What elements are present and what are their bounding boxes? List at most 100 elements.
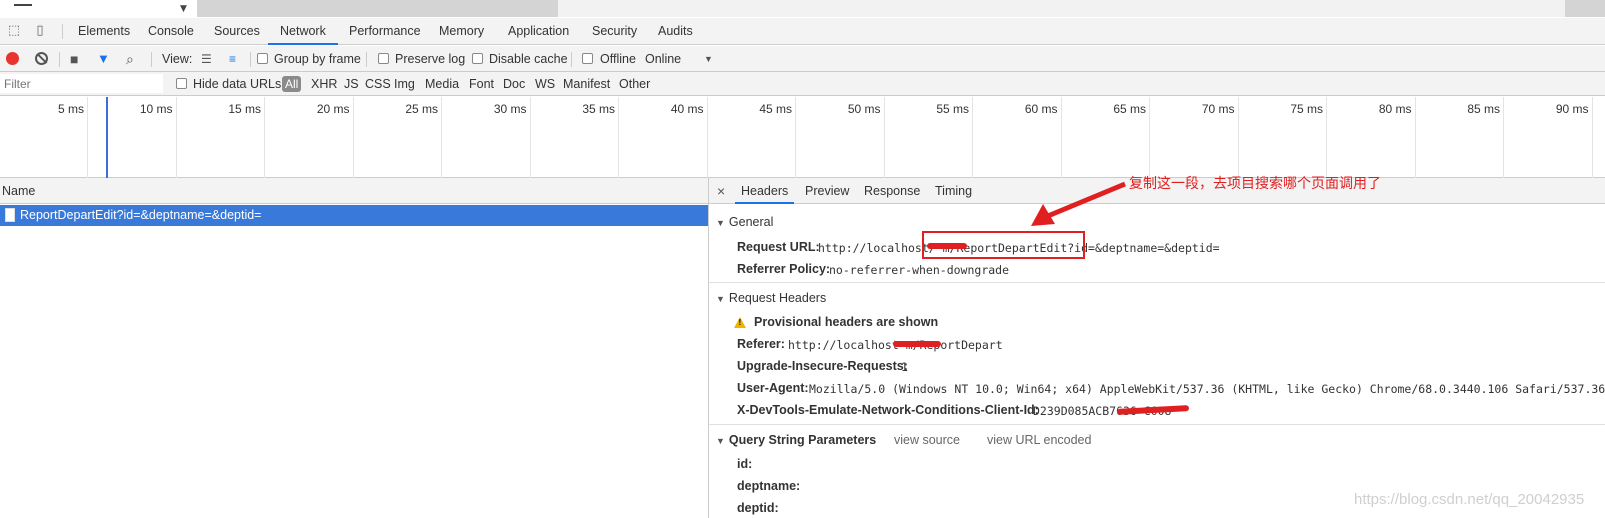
- tab-network[interactable]: Network: [268, 18, 338, 45]
- section-divider: [709, 282, 1605, 283]
- clear-icon[interactable]: [35, 52, 48, 65]
- view-url-encoded-link[interactable]: view URL encoded: [987, 433, 1091, 447]
- timeline-overview[interactable]: 5 ms 10 ms 15 ms 20 ms 25 ms 30 ms 35 ms 40 ms 4…: [0, 97, 1605, 178]
- filter-type-font[interactable]: Font: [469, 72, 494, 96]
- collapse-triangle-icon: ▼: [716, 436, 725, 446]
- redaction-scribble: [893, 341, 941, 347]
- inspect-element-icon[interactable]: ⬚: [6, 23, 22, 39]
- pane-divider[interactable]: [708, 178, 709, 518]
- tab-performance[interactable]: Performance: [349, 18, 421, 45]
- large-rows-icon[interactable]: ☰: [201, 46, 212, 72]
- filter-funnel-icon[interactable]: ▼: [97, 46, 110, 72]
- tab-timing[interactable]: Timing: [935, 178, 972, 204]
- query-param-id: id:: [737, 457, 753, 471]
- header-value-user-agent: Mozilla/5.0 (Windows NT 10.0; Win64; x64…: [809, 382, 1605, 396]
- request-list-empty-area: [0, 226, 708, 518]
- tab-console[interactable]: Console: [148, 18, 194, 45]
- collapse-triangle-icon: ▼: [716, 294, 725, 304]
- offline-checkbox[interactable]: [582, 53, 593, 64]
- toolbar-separator: [571, 52, 572, 67]
- timeline-gridline: [0, 97, 1593, 178]
- tab-security[interactable]: Security: [592, 18, 637, 45]
- section-general-title: General: [728, 215, 774, 229]
- tab-separator: [62, 24, 63, 39]
- tab-application[interactable]: Application: [508, 18, 569, 45]
- request-name: ReportDepartEdit?id=&deptname=&deptid=: [20, 208, 262, 222]
- section-query-string[interactable]: ▼ Query String Parameters: [716, 433, 876, 447]
- filter-type-xhr[interactable]: XHR: [311, 72, 337, 96]
- record-icon[interactable]: [6, 52, 19, 65]
- header-key-request-url: Request URL:: [737, 240, 820, 254]
- hide-data-urls-label: Hide data URLs: [193, 77, 282, 91]
- waterfall-icon[interactable]: ≡: [229, 46, 236, 72]
- filter-type-manifest[interactable]: Manifest: [563, 72, 610, 96]
- filter-type-other[interactable]: Other: [619, 72, 650, 96]
- annotation-arrow: [1031, 181, 1126, 226]
- device-toolbar-icon[interactable]: ▯: [32, 23, 48, 39]
- filter-input[interactable]: [0, 74, 163, 93]
- page-mid-block: [558, 0, 1565, 17]
- search-icon[interactable]: ⌕: [126, 46, 134, 72]
- query-param-deptname: deptname:: [737, 479, 801, 493]
- page-gray-block-right: [1565, 0, 1605, 17]
- close-icon[interactable]: ×: [717, 178, 725, 204]
- preserve-log-checkbox[interactable]: [378, 53, 389, 64]
- section-general[interactable]: ▼ General: [716, 215, 773, 229]
- header-key-user-agent: User-Agent:: [737, 381, 809, 395]
- section-request-headers-title: Request Headers: [728, 291, 827, 305]
- toolbar-separator: [250, 52, 251, 67]
- header-key-referrer-policy: Referrer Policy:: [737, 262, 831, 276]
- request-row[interactable]: ReportDepartEdit?id=&deptname=&deptid=: [0, 205, 708, 226]
- throttle-dropdown-icon[interactable]: ▼: [704, 46, 713, 72]
- tab-response[interactable]: Response: [864, 178, 920, 204]
- header-value-upgrade-insecure: 1: [901, 360, 908, 374]
- tab-sources[interactable]: Sources: [214, 18, 260, 45]
- document-icon: [5, 208, 15, 222]
- collapse-triangle-icon: ▼: [716, 218, 725, 228]
- watermark-text: https://blog.csdn.net/qq_20042935: [1354, 491, 1585, 508]
- header-value-referrer-policy: no-referrer-when-downgrade: [829, 263, 1010, 277]
- section-request-headers[interactable]: ▼ Request Headers: [716, 291, 826, 305]
- tab-audits[interactable]: Audits: [658, 18, 693, 45]
- filter-type-doc[interactable]: Doc: [503, 72, 525, 96]
- tab-preview[interactable]: Preview: [805, 178, 849, 204]
- query-param-deptid: deptid:: [737, 501, 779, 515]
- header-key-devtools-client-id: X-DevTools-Emulate-Network-Conditions-Cl…: [737, 403, 1039, 417]
- filter-type-ws[interactable]: WS: [535, 72, 555, 96]
- annotation-highlight-box: [922, 231, 1085, 259]
- header-key-upgrade-insecure: Upgrade-Insecure-Requests:: [737, 359, 908, 373]
- throttling-select[interactable]: Online: [645, 46, 681, 72]
- tab-elements[interactable]: Elements: [78, 18, 130, 45]
- tab-headers[interactable]: Headers: [735, 178, 795, 204]
- network-toolbar: ■ ▼ ⌕ View: ☰ ≡ Group by frame Preserve …: [0, 46, 1605, 72]
- screenshot-camera-icon[interactable]: ■: [70, 46, 78, 72]
- toolbar-separator: [59, 52, 60, 67]
- filter-type-css[interactable]: CSS: [365, 72, 391, 96]
- tab-memory[interactable]: Memory: [439, 18, 484, 45]
- timeline-tick-label: 90 ms: [1555, 102, 1589, 116]
- warning-icon: [734, 317, 746, 328]
- provisional-headers-notice: Provisional headers are shown: [754, 315, 939, 329]
- hide-data-urls-checkbox[interactable]: [176, 78, 187, 89]
- filter-type-img[interactable]: Img: [394, 72, 415, 96]
- view-label: View:: [162, 52, 193, 66]
- section-divider: [709, 424, 1605, 425]
- devtools-tab-bar: ⬚ ▯ Elements Console Sources Network Per…: [0, 18, 1605, 45]
- annotation-text: 复制这一段，去项目搜索哪个页面调用了: [1129, 176, 1381, 192]
- section-query-string-title: Query String Parameters: [728, 433, 877, 447]
- disable-cache-checkbox[interactable]: [472, 53, 483, 64]
- toolbar-separator: [151, 52, 152, 67]
- group-by-frame-label: Group by frame: [274, 52, 361, 66]
- filter-type-all[interactable]: All: [282, 76, 302, 92]
- annotation-arrow-shaft: [1042, 181, 1126, 221]
- filter-type-media[interactable]: Media: [425, 72, 459, 96]
- view-source-link[interactable]: view source: [894, 433, 960, 447]
- group-by-frame-checkbox[interactable]: [257, 53, 268, 64]
- filter-bar: Hide data URLs All XHR JS CSS Img Media …: [0, 72, 1605, 96]
- preserve-log-label: Preserve log: [395, 52, 466, 66]
- column-header-name[interactable]: Name: [0, 178, 708, 204]
- dropdown-arrow-icon[interactable]: ▼: [180, 4, 187, 14]
- header-key-referer: Referer:: [737, 337, 785, 351]
- disable-cache-label: Disable cache: [489, 52, 568, 66]
- filter-type-js[interactable]: JS: [344, 72, 359, 96]
